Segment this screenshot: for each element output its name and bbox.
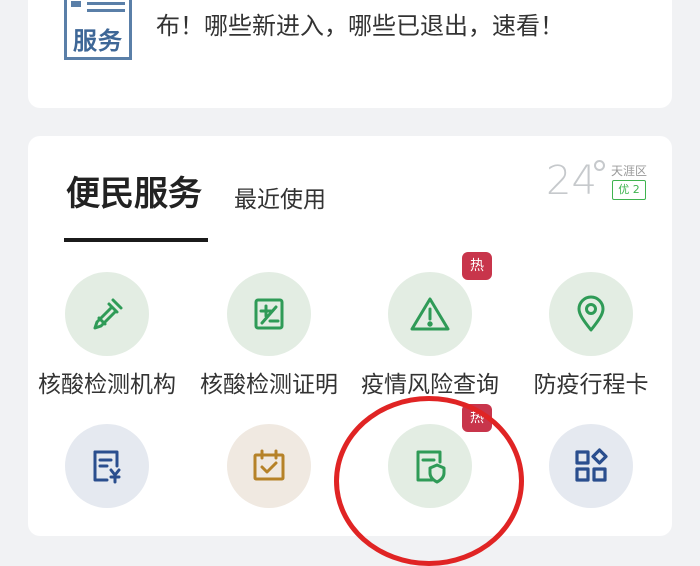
service-item-invoice[interactable]	[27, 424, 187, 517]
warning-icon: 热	[388, 252, 492, 356]
news-card[interactable]: 服务 布！哪些新进入，哪些已退出，速看！	[28, 0, 672, 108]
annotation-circle	[334, 396, 524, 566]
service-item-risk-query[interactable]: 热 疫情风险查询	[350, 252, 510, 399]
tab-services[interactable]: 便民服务	[66, 166, 202, 215]
service-item-nat-institution[interactable]: 核酸检测机构	[27, 272, 187, 399]
service-item-travel-card[interactable]: 防疫行程卡	[511, 272, 671, 399]
calendar-check-icon	[227, 424, 311, 508]
service-label: 核酸检测机构	[38, 372, 176, 398]
service-label: 核酸检测证明	[200, 372, 338, 398]
certificate-icon	[227, 272, 311, 356]
news-headline: 布！哪些新进入，哪些已退出，速看！	[156, 12, 564, 40]
service-item-nat-certificate[interactable]: 核酸检测证明	[189, 272, 349, 399]
service-item-appointment[interactable]	[189, 424, 349, 517]
service-label: 疫情风险查询	[361, 372, 499, 398]
weather-temperature: 24	[546, 158, 597, 204]
degree-icon	[594, 160, 605, 171]
hot-badge: 热	[462, 252, 492, 280]
aqi-badge: 优 2	[612, 180, 646, 200]
service-logo-icon: 服务	[64, 0, 132, 60]
logo-text: 服务	[73, 27, 123, 55]
tab-recent[interactable]: 最近使用	[234, 180, 326, 214]
invoice-icon	[65, 424, 149, 508]
dropper-icon	[65, 272, 149, 356]
location-pin-icon	[549, 272, 633, 356]
service-item-more-apps[interactable]	[511, 424, 671, 517]
apps-grid-icon	[549, 424, 633, 508]
service-label: 防疫行程卡	[533, 372, 649, 398]
tab-active-indicator	[64, 238, 208, 242]
weather-district: 天涯区	[611, 164, 648, 178]
